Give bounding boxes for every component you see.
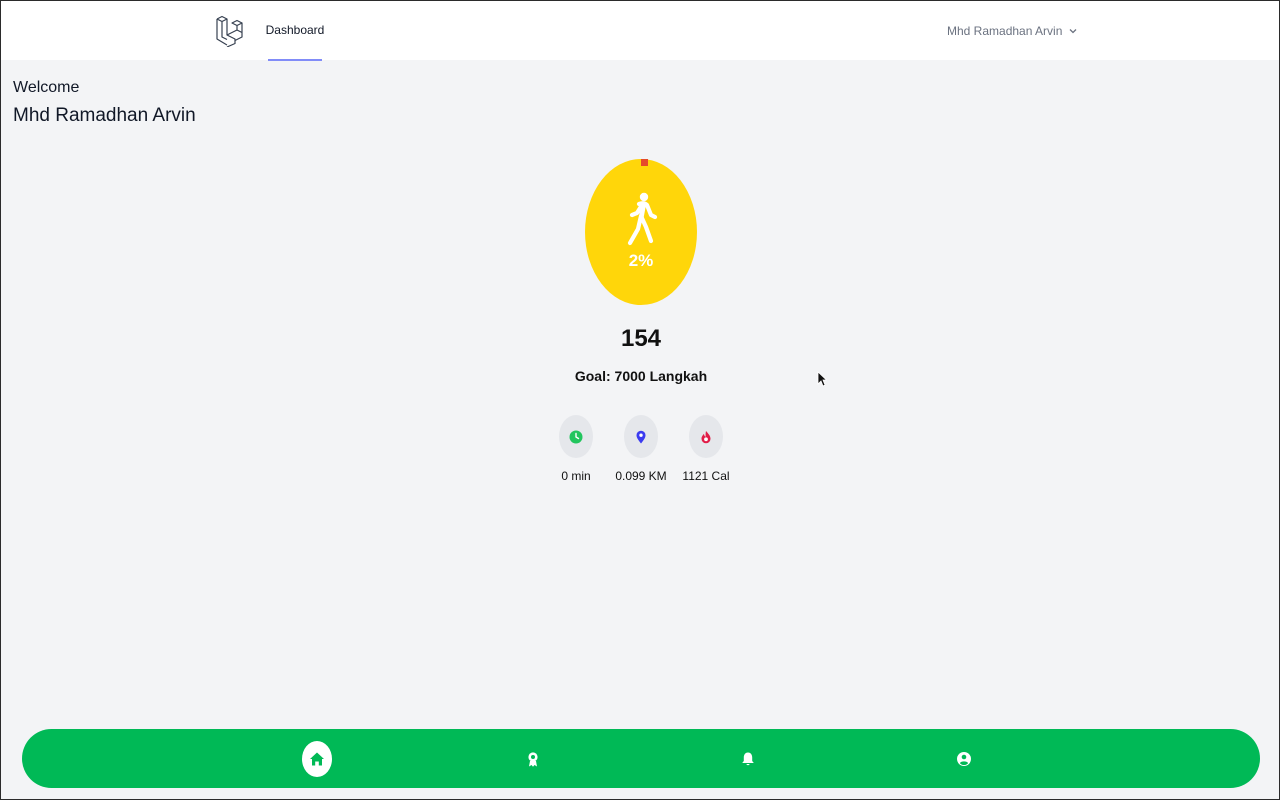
mouse-cursor-icon xyxy=(817,371,827,387)
walking-person-icon xyxy=(627,192,658,246)
bottom-nav-home[interactable] xyxy=(302,741,332,777)
location-pin-icon xyxy=(636,430,646,443)
bottom-nav-achievements[interactable] xyxy=(518,742,548,776)
clock-icon xyxy=(569,430,583,443)
nav-link-dashboard[interactable]: Dashboard xyxy=(266,1,324,61)
flame-icon xyxy=(701,430,711,443)
bottom-nav-notifications[interactable] xyxy=(733,742,763,776)
bell-icon xyxy=(742,752,754,766)
bottom-navigation-bar xyxy=(22,729,1260,788)
distance-stat-badge xyxy=(624,415,658,458)
award-icon xyxy=(528,752,538,767)
duration-stat-badge xyxy=(559,415,593,458)
step-count: 154 xyxy=(620,325,662,352)
progress-marker xyxy=(641,159,648,166)
laravel-logo-icon[interactable] xyxy=(215,15,243,47)
chevron-down-icon xyxy=(1069,29,1077,34)
step-goal: Goal: 7000 Langkah xyxy=(574,368,708,384)
home-icon xyxy=(310,752,324,766)
user-icon xyxy=(957,752,971,766)
top-navigation: Dashboard Mhd Ramadhan Arvin xyxy=(1,1,1279,61)
user-full-name: Mhd Ramadhan Arvin xyxy=(13,105,196,126)
calories-value: 1121 Cal xyxy=(682,469,730,483)
progress-percentage: 2% xyxy=(628,251,654,270)
calories-stat-badge xyxy=(689,415,723,458)
user-dropdown-label: Mhd Ramadhan Arvin xyxy=(947,24,1063,38)
bottom-nav-profile[interactable] xyxy=(949,742,979,776)
welcome-text: Welcome xyxy=(13,79,80,96)
user-dropdown[interactable]: Mhd Ramadhan Arvin xyxy=(947,21,1078,41)
